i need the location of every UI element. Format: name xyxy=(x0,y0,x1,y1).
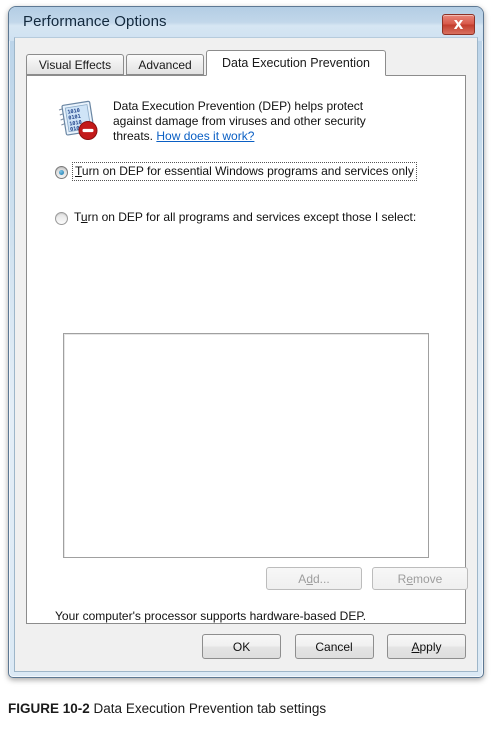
figure-caption-text: Data Execution Prevention tab settings xyxy=(93,701,327,716)
tab-strip: Visual Effects Advanced Data Execution P… xyxy=(26,50,466,76)
add-label-prefix: A xyxy=(298,571,307,586)
radio-indicator-essential[interactable] xyxy=(55,166,68,179)
radio-label-essential: Turn on DEP for essential Windows progra… xyxy=(72,162,417,181)
accelerator-key: T xyxy=(75,164,82,178)
radio-dot-unselected xyxy=(55,212,68,225)
figure-caption: FIGURE 10-2 Data Execution Prevention ta… xyxy=(8,700,496,718)
radio-label-prefix: T xyxy=(74,210,81,224)
dialog-client-area: Visual Effects Advanced Data Execution P… xyxy=(14,37,478,672)
add-button[interactable]: Ad d... xyxy=(266,567,362,590)
figure-number: FIGURE 10-2 xyxy=(8,701,90,716)
tab-visual-effects[interactable]: Visual Effects xyxy=(26,54,124,75)
dep-description-text: Data Execution Prevention (DEP) helps pr… xyxy=(113,96,366,144)
tab-advanced[interactable]: Advanced xyxy=(126,54,204,75)
dep-hardware-status-text: Your computer's processor supports hardw… xyxy=(55,609,367,623)
dep-tab-panel: 1010 0101 1010 010 Data Execution Preven… xyxy=(26,75,468,624)
remove-label-suffix: move xyxy=(413,571,443,586)
cancel-button[interactable]: Cancel xyxy=(294,634,374,659)
radio-option-essential-only[interactable]: Turn on DEP for essential Windows progra… xyxy=(55,162,445,181)
apply-button[interactable]: Apply xyxy=(387,634,466,659)
radio-label-text: rn on DEP for all programs and services … xyxy=(87,210,417,224)
dep-exception-list[interactable] xyxy=(63,333,429,558)
accelerator-key: A xyxy=(411,639,420,654)
radio-dot-selected xyxy=(55,166,68,179)
dep-desc-line-2: against damage from viruses and other se… xyxy=(113,114,366,128)
dep-shield-icon: 1010 0101 1010 010 xyxy=(55,96,101,142)
add-label-suffix: d... xyxy=(313,571,330,586)
cancel-label: Cancel xyxy=(315,639,353,654)
tab-label: Advanced xyxy=(138,57,192,72)
accelerator-key: u xyxy=(80,210,88,224)
remove-label-prefix: R xyxy=(397,571,407,586)
accelerator-key: d xyxy=(306,571,313,586)
ok-button[interactable]: OK xyxy=(202,634,282,659)
dep-description-block: 1010 0101 1010 010 Data Execution Preven… xyxy=(55,96,447,144)
dep-desc-line-1: Data Execution Prevention (DEP) helps pr… xyxy=(113,99,364,113)
dep-desc-line-3: threats. xyxy=(113,129,157,143)
radio-indicator-all-except[interactable] xyxy=(55,212,68,225)
how-does-it-work-link[interactable]: How does it work? xyxy=(156,129,254,143)
radio-label-all-except: Turn on DEP for all programs and service… xyxy=(74,210,416,225)
close-button[interactable] xyxy=(442,14,475,35)
window-title: Performance Options xyxy=(23,13,167,30)
accelerator-key: e xyxy=(406,571,413,586)
tab-label: Visual Effects xyxy=(38,57,112,72)
tab-data-execution-prevention[interactable]: Data Execution Prevention xyxy=(206,50,386,76)
radio-label-text: urn on DEP for essential Windows program… xyxy=(81,164,414,178)
tab-label: Data Execution Prevention xyxy=(221,56,370,70)
dialog-footer: OK Cancel Apply xyxy=(193,634,466,659)
ok-label: OK xyxy=(232,639,251,654)
title-bar: Performance Options xyxy=(9,7,483,41)
radio-option-all-except-selected[interactable]: Turn on DEP for all programs and service… xyxy=(55,210,445,225)
apply-label: pply xyxy=(419,639,442,654)
performance-options-dialog: Performance Options Visual Effects Advan… xyxy=(8,6,484,678)
remove-button[interactable]: Re move xyxy=(372,567,468,590)
